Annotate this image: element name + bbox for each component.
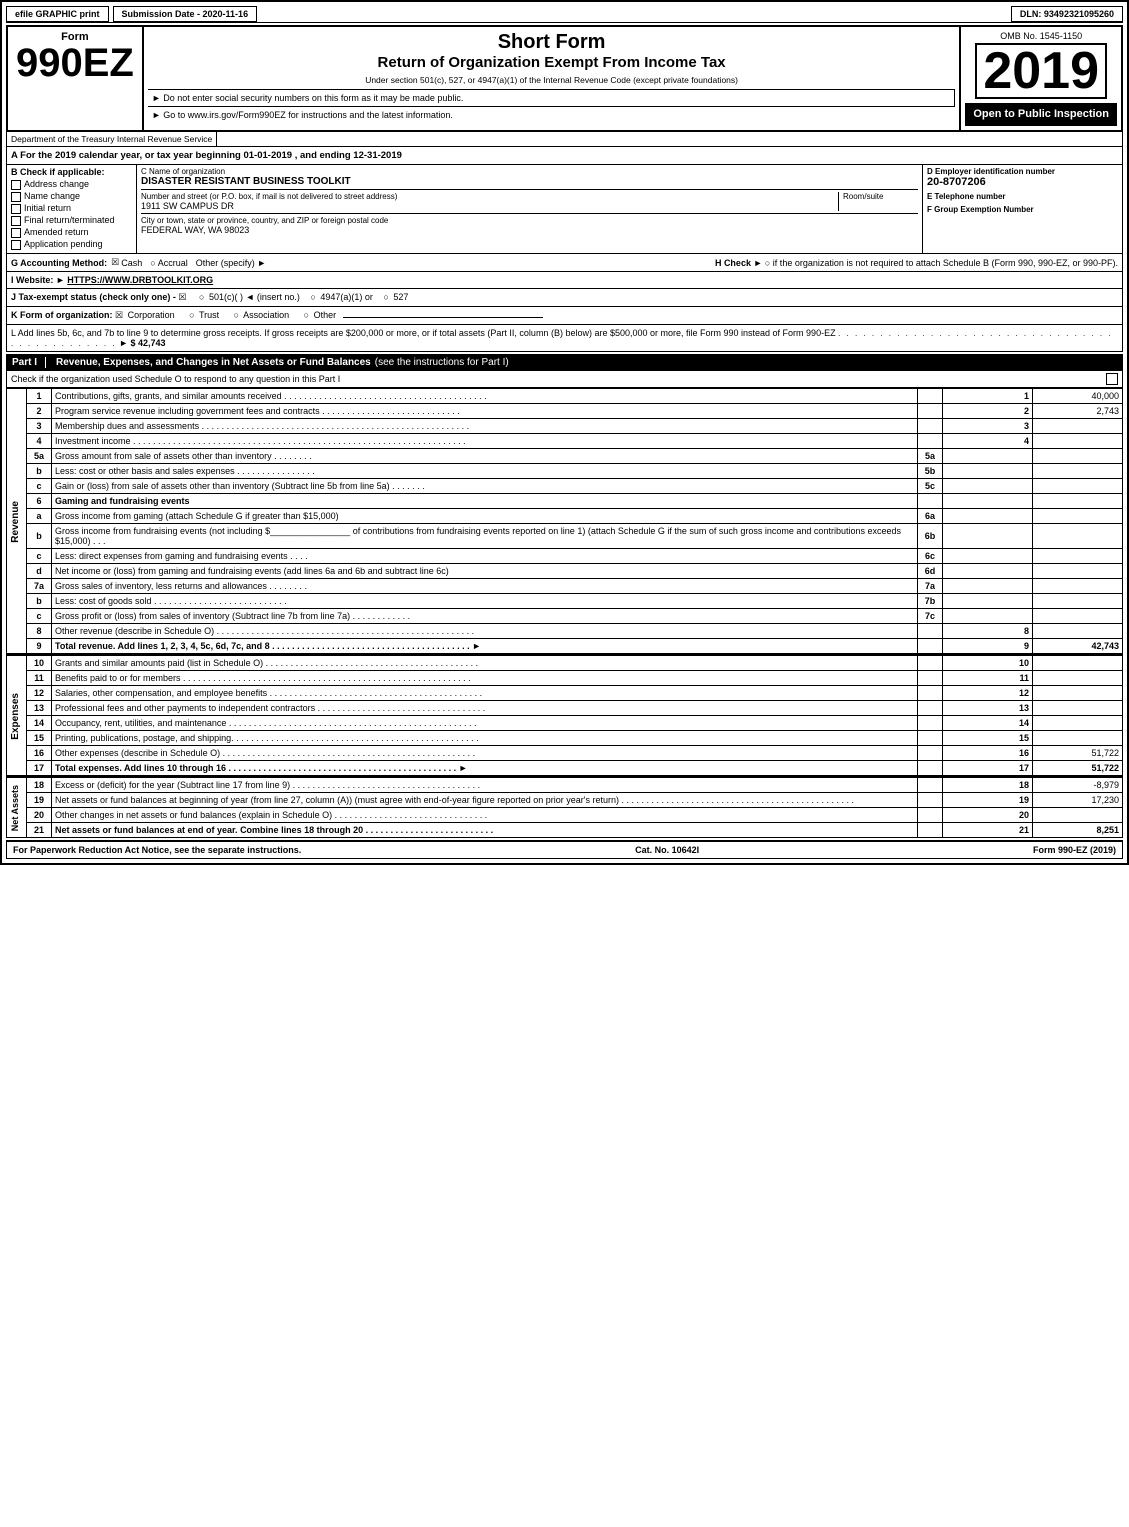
table-row: 16 Other expenses (describe in Schedule … bbox=[7, 746, 1123, 761]
table-row: a Gross income from gaming (attach Sched… bbox=[7, 509, 1123, 524]
table-row: 2 Program service revenue including gove… bbox=[7, 404, 1123, 419]
application-pending-check-icon bbox=[11, 240, 21, 250]
line-l-amount: ► $ 42,743 bbox=[119, 338, 165, 348]
final-return-check-icon bbox=[11, 216, 21, 226]
table-row: 15 Printing, publications, postage, and … bbox=[7, 731, 1123, 746]
form-number: 990EZ bbox=[16, 43, 134, 83]
tax-status-label: J Tax-exempt status (check only one) - bbox=[11, 292, 176, 302]
main-title: Return of Organization Exempt From Incom… bbox=[148, 54, 955, 71]
h-text: ○ if the organization is not required to… bbox=[765, 258, 1118, 268]
org-name: DISASTER RESISTANT BUSINESS TOOLKIT bbox=[141, 176, 918, 187]
table-row: Expenses 10 Grants and similar amounts p… bbox=[7, 655, 1123, 671]
table-row: b Gross income from fundraising events (… bbox=[7, 524, 1123, 549]
page: efile GRAPHIC print Submission Date - 20… bbox=[0, 0, 1129, 865]
website-label: I Website: ► bbox=[11, 275, 65, 285]
street-label: Number and street (or P.O. box, if mail … bbox=[141, 192, 838, 201]
initial-return-check-icon bbox=[11, 204, 21, 214]
table-row: Net Assets 18 Excess or (deficit) for th… bbox=[7, 777, 1123, 793]
table-row: c Gain or (loss) from sale of assets oth… bbox=[7, 479, 1123, 494]
status-501c: 501(c)( ) ◄ (insert no.) bbox=[209, 292, 300, 302]
other: Other bbox=[314, 310, 337, 320]
part-i-see-instructions: (see the instructions for Part I) bbox=[375, 357, 509, 368]
table-row: 13 Professional fees and other payments … bbox=[7, 701, 1123, 716]
table-row: 14 Occupancy, rent, utilities, and maint… bbox=[7, 716, 1123, 731]
table-row: 17 Total expenses. Add lines 10 through … bbox=[7, 761, 1123, 776]
revenue-side-label: Revenue bbox=[7, 389, 27, 654]
note1: ► Do not enter social security numbers o… bbox=[152, 93, 464, 103]
table-row: c Gross profit or (loss) from sales of i… bbox=[7, 609, 1123, 624]
other-label: Other (specify) ► bbox=[196, 258, 266, 268]
table-row: 12 Salaries, other compensation, and emp… bbox=[7, 686, 1123, 701]
name-change-check-icon bbox=[11, 192, 21, 202]
net-assets-side-label: Net Assets bbox=[7, 777, 27, 838]
dept-name: Department of the Treasury Internal Reve… bbox=[7, 132, 217, 146]
room-label: Room/suite bbox=[843, 192, 918, 201]
part-i-title: Revenue, Expenses, and Changes in Net As… bbox=[56, 357, 371, 368]
note2: ► Go to www.irs.gov/Form990EZ for instru… bbox=[152, 110, 453, 120]
check-line-text: Check if the organization used Schedule … bbox=[11, 374, 1102, 384]
cash-label: Cash bbox=[121, 258, 142, 268]
short-form-title: Short Form bbox=[148, 31, 955, 54]
footer-center: Cat. No. 10642I bbox=[635, 845, 699, 855]
table-row: 6 Gaming and fundraising events bbox=[7, 494, 1123, 509]
status-527: 527 bbox=[393, 292, 408, 302]
association: Association bbox=[243, 310, 289, 320]
city-label: City or town, state or province, country… bbox=[141, 216, 918, 225]
table-row: b Less: cost of goods sold . . . . . . .… bbox=[7, 594, 1123, 609]
footer-right: Form 990-EZ (2019) bbox=[1033, 845, 1116, 855]
final-return-checkbox[interactable]: Final return/terminated bbox=[11, 215, 132, 226]
address-change-checkbox[interactable]: Address change bbox=[11, 179, 132, 190]
table-row: 8 Other revenue (describe in Schedule O)… bbox=[7, 624, 1123, 639]
line-l-text: L Add lines 5b, 6c, and 7b to line 9 to … bbox=[11, 328, 836, 338]
section-a: A For the 2019 calendar year, or tax yea… bbox=[6, 147, 1123, 165]
employer-id-label: D Employer identification number bbox=[927, 167, 1118, 176]
employer-id: 20-8707206 bbox=[927, 176, 1118, 188]
application-pending-checkbox[interactable]: Application pending bbox=[11, 239, 132, 250]
subtitle: Under section 501(c), 527, or 4947(a)(1)… bbox=[148, 75, 955, 85]
efile-label: efile GRAPHIC print bbox=[6, 6, 109, 22]
table-row: 7a Gross sales of inventory, less return… bbox=[7, 579, 1123, 594]
form-org-label: K Form of organization: bbox=[11, 310, 113, 320]
table-row: 11 Benefits paid to or for members . . .… bbox=[7, 671, 1123, 686]
table-row: 9 Total revenue. Add lines 1, 2, 3, 4, 5… bbox=[7, 639, 1123, 654]
status-4947: 4947(a)(1) or bbox=[320, 292, 373, 302]
table-row: 20 Other changes in net assets or fund b… bbox=[7, 808, 1123, 823]
amended-return-check-icon bbox=[11, 228, 21, 238]
table-row: b Less: cost or other basis and sales ex… bbox=[7, 464, 1123, 479]
accounting-label: G Accounting Method: bbox=[11, 258, 107, 268]
org-name-label: C Name of organization bbox=[141, 167, 918, 176]
initial-return-checkbox[interactable]: Initial return bbox=[11, 203, 132, 214]
accrual-label: Accrual bbox=[158, 258, 188, 268]
expenses-side-label: Expenses bbox=[7, 655, 27, 776]
name-change-checkbox[interactable]: Name change bbox=[11, 191, 132, 202]
group-exempt-label: F Group Exemption Number bbox=[927, 205, 1118, 214]
corporation: Corporation bbox=[128, 310, 175, 320]
table-row: 5a Gross amount from sale of assets othe… bbox=[7, 449, 1123, 464]
amended-return-checkbox[interactable]: Amended return bbox=[11, 227, 132, 238]
dln: DLN: 93492321095260 bbox=[1011, 6, 1123, 22]
website-url: HTTPS://WWW.DRBTOOLKIT.ORG bbox=[67, 275, 213, 285]
table-row: 21 Net assets or fund balances at end of… bbox=[7, 823, 1123, 838]
part-i-label: Part I bbox=[12, 357, 46, 368]
year: 2019 bbox=[975, 43, 1107, 99]
street: 1911 SW CAMPUS DR bbox=[141, 201, 838, 211]
h-label: H Check ► bbox=[715, 258, 762, 268]
table-row: d Net income or (loss) from gaming and f… bbox=[7, 564, 1123, 579]
open-to-public: Open to Public Inspection bbox=[965, 103, 1117, 126]
omb-number: OMB No. 1545-1150 bbox=[1000, 31, 1082, 41]
table-row: c Less: direct expenses from gaming and … bbox=[7, 549, 1123, 564]
address-change-check-icon bbox=[11, 180, 21, 190]
section-b-label: B Check if applicable: bbox=[11, 167, 132, 177]
submission-date: Submission Date - 2020-11-16 bbox=[113, 6, 258, 22]
city: FEDERAL WAY, WA 98023 bbox=[141, 225, 918, 235]
table-row: Revenue 1 Contributions, gifts, grants, … bbox=[7, 389, 1123, 404]
phone-label: E Telephone number bbox=[927, 192, 1118, 201]
table-row: 4 Investment income . . . . . . . . . . … bbox=[7, 434, 1123, 449]
footer-left: For Paperwork Reduction Act Notice, see … bbox=[13, 845, 301, 855]
table-row: 3 Membership dues and assessments . . . … bbox=[7, 419, 1123, 434]
table-row: 19 Net assets or fund balances at beginn… bbox=[7, 793, 1123, 808]
trust: Trust bbox=[199, 310, 219, 320]
